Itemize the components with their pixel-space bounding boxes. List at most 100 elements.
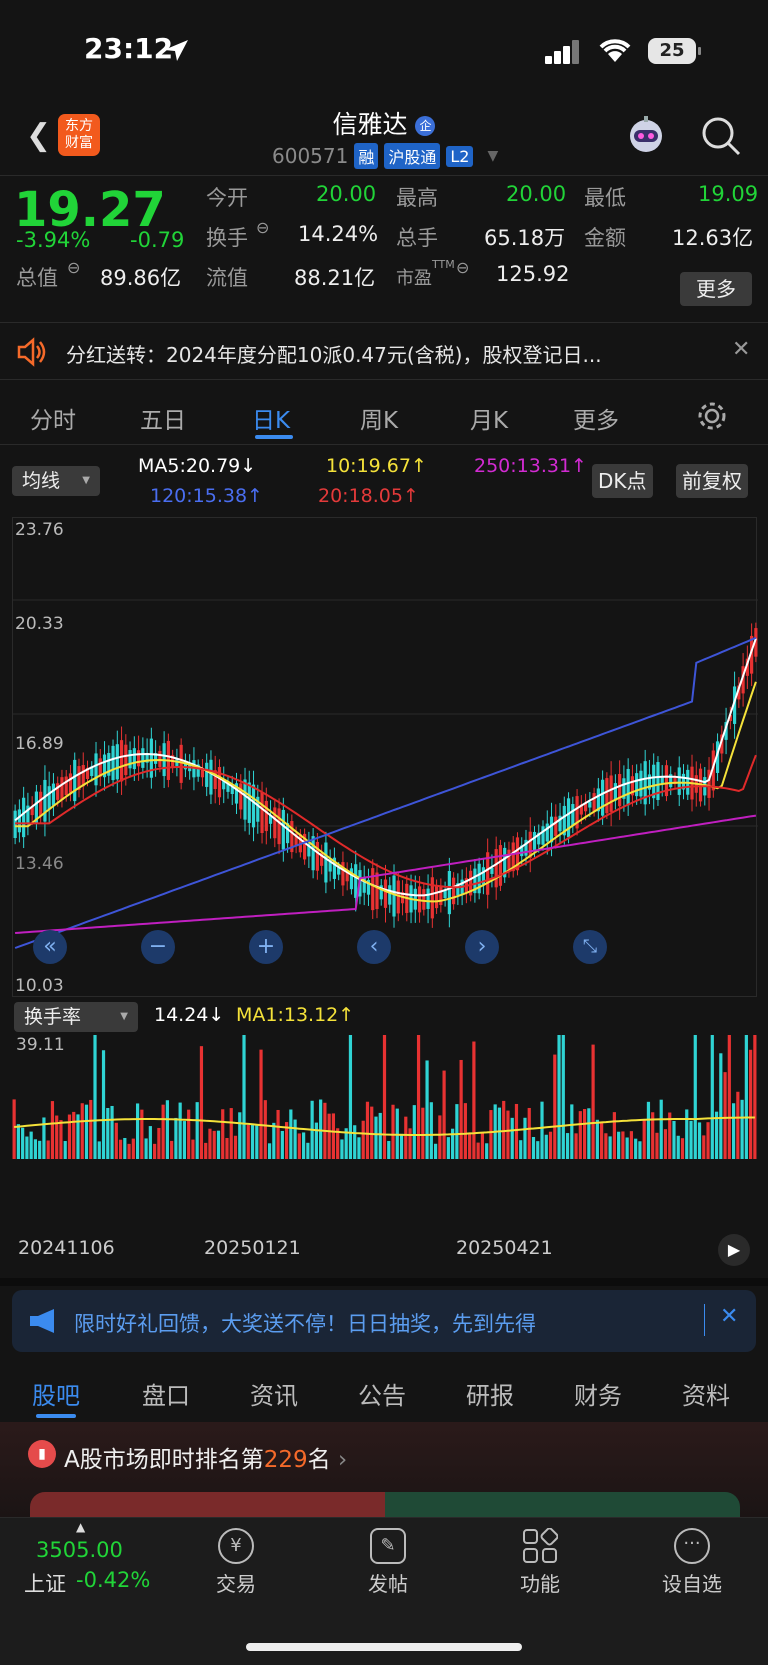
megaphone-icon (30, 1309, 54, 1333)
candle-body (39, 791, 43, 817)
search-icon[interactable] (700, 115, 742, 157)
sub-indicator-dropdown[interactable]: 换手率 ▼ (14, 1002, 138, 1032)
close-icon[interactable]: ✕ (720, 1304, 738, 1329)
tab-5day[interactable]: 五日 (140, 401, 186, 435)
turnover-bar (170, 1140, 174, 1159)
turnover-bar (331, 1113, 336, 1159)
turnover-bar (178, 1102, 182, 1159)
info-icon[interactable]: ⊖ (456, 258, 469, 277)
turnover-bar (212, 1130, 216, 1159)
turnover-bar (221, 1109, 225, 1159)
close-icon[interactable]: ✕ (732, 337, 750, 362)
info-icon[interactable]: ⊖ (256, 218, 269, 237)
candle-body (439, 885, 443, 906)
dock-functions[interactable]: 功能 (500, 1568, 580, 1597)
turnover-bar (634, 1138, 638, 1159)
date-label-3: 20250421 (456, 1237, 553, 1259)
tab-research[interactable]: 研报 (466, 1376, 514, 1411)
turnover-value: 14.24% (298, 222, 379, 246)
gear-icon[interactable] (696, 400, 728, 432)
turnover-bar (182, 1121, 187, 1159)
turnover-bar (612, 1112, 616, 1159)
turnover-bar (157, 1127, 161, 1159)
turnover-bar (527, 1107, 531, 1159)
zoom-in-icon[interactable]: + (249, 930, 283, 964)
grid-apps-icon[interactable] (522, 1527, 559, 1564)
turnover-bar (255, 1125, 259, 1159)
tab-profile[interactable]: 资料 (682, 1376, 730, 1411)
turnover-bar (578, 1111, 582, 1159)
turnover-bar (595, 1119, 599, 1159)
stock-name: 信雅达 (332, 110, 408, 139)
mcap-value: 89.86亿 (100, 266, 182, 290)
more-dots-icon[interactable]: ··· (674, 1528, 710, 1564)
rewind-icon[interactable]: « (33, 930, 67, 964)
dock-trade[interactable]: 交易 (196, 1568, 276, 1597)
turnover-bar (489, 1110, 493, 1159)
zoom-out-icon[interactable]: − (141, 930, 175, 964)
candle-body (677, 767, 681, 795)
dock-watchlist[interactable]: 设自选 (652, 1568, 732, 1597)
y-label-bottom: 10.03 (15, 976, 64, 996)
info-icon[interactable]: ⊖ (67, 258, 80, 277)
tab-announcements[interactable]: 公告 (358, 1376, 406, 1411)
kline-chart[interactable]: 23.76 20.33 16.89 13.46 10.03 « − + ‹ › … (12, 517, 758, 997)
turnover-bar (387, 1140, 391, 1159)
post-edit-icon[interactable]: ✎ (370, 1528, 406, 1564)
stock-subrow[interactable]: 600571 融 沪股通 L2 ▼ (272, 143, 498, 169)
candle-body (532, 831, 537, 852)
tab-forum[interactable]: 股吧 (32, 1376, 80, 1411)
robot-assistant-icon[interactable] (624, 114, 668, 158)
tab-news[interactable]: 资讯 (250, 1376, 298, 1411)
adjust-button[interactable]: 前复权 (676, 464, 748, 498)
turnover-bar (114, 1122, 118, 1159)
turnover-bar (118, 1139, 123, 1159)
tab-orderbook[interactable]: 盘口 (142, 1376, 190, 1411)
turnover-bar (476, 1142, 480, 1159)
candle-body (554, 816, 558, 837)
turnover-bar (463, 1103, 467, 1159)
candle-body (324, 842, 328, 883)
indicator-dropdown[interactable]: 均线 ▼ (12, 466, 100, 496)
turnover-bar (357, 1137, 361, 1159)
turnover-bar (655, 1132, 659, 1159)
chevron-left-icon[interactable]: ‹ (357, 930, 391, 964)
tab-daily-k[interactable]: 日K (252, 401, 290, 435)
turnover-chart[interactable]: 39.11 (12, 961, 757, 1230)
dock-post[interactable]: 发帖 (348, 1568, 428, 1597)
fullscreen-icon[interactable]: ⤡ (573, 930, 607, 964)
index-name: 上证 (24, 1572, 66, 1596)
turnover-bar (263, 1100, 267, 1159)
dk-point-button[interactable]: DK点 (592, 464, 653, 498)
volume-label: 总手 (396, 226, 438, 250)
trade-icon[interactable]: ¥ (218, 1528, 254, 1564)
rank-chart-icon: ▮ (28, 1440, 56, 1468)
tab-monthly-k[interactable]: 月K (470, 401, 508, 435)
tab-weekly-k[interactable]: 周K (360, 401, 398, 435)
turnover-bar (502, 1100, 506, 1159)
tab-more[interactable]: 更多 (573, 401, 619, 435)
turnover-bar (12, 1099, 16, 1159)
candle-body (158, 750, 162, 767)
promo-banner[interactable]: 限时好礼回馈，大奖送不停！日日抽奖，先到先得 ✕ (12, 1290, 756, 1352)
turnover-bar (455, 1104, 459, 1159)
y-label-3: 16.89 (15, 734, 64, 754)
dividend-notice[interactable]: 分红送转：2024年度分配10派0.47元(含税)，股权登记日... ✕ (0, 322, 768, 380)
status-time: 23:12 (84, 32, 174, 65)
more-button[interactable]: 更多 (680, 272, 752, 306)
tab-intraday[interactable]: 分时 (30, 401, 76, 435)
play-icon[interactable]: ▶ (718, 1234, 750, 1266)
tab-finance[interactable]: 财务 (574, 1376, 622, 1411)
signal-icon (545, 40, 581, 64)
chevron-right-icon[interactable]: › (465, 930, 499, 964)
candle-body (22, 797, 26, 838)
market-rank[interactable]: ▮ A股市场即时排名第229名 › (0, 1422, 768, 1522)
index-value[interactable]: 3505.00 (36, 1538, 123, 1562)
change-value: -0.79 (130, 228, 185, 252)
candle-body (217, 767, 222, 798)
pe-sup: TTM (432, 258, 455, 271)
turnover-bar (408, 1128, 412, 1159)
turnover-bar (276, 1109, 280, 1159)
turnover-value-legend: 14.24↓ (154, 1004, 225, 1026)
turnover-bar (531, 1137, 536, 1159)
